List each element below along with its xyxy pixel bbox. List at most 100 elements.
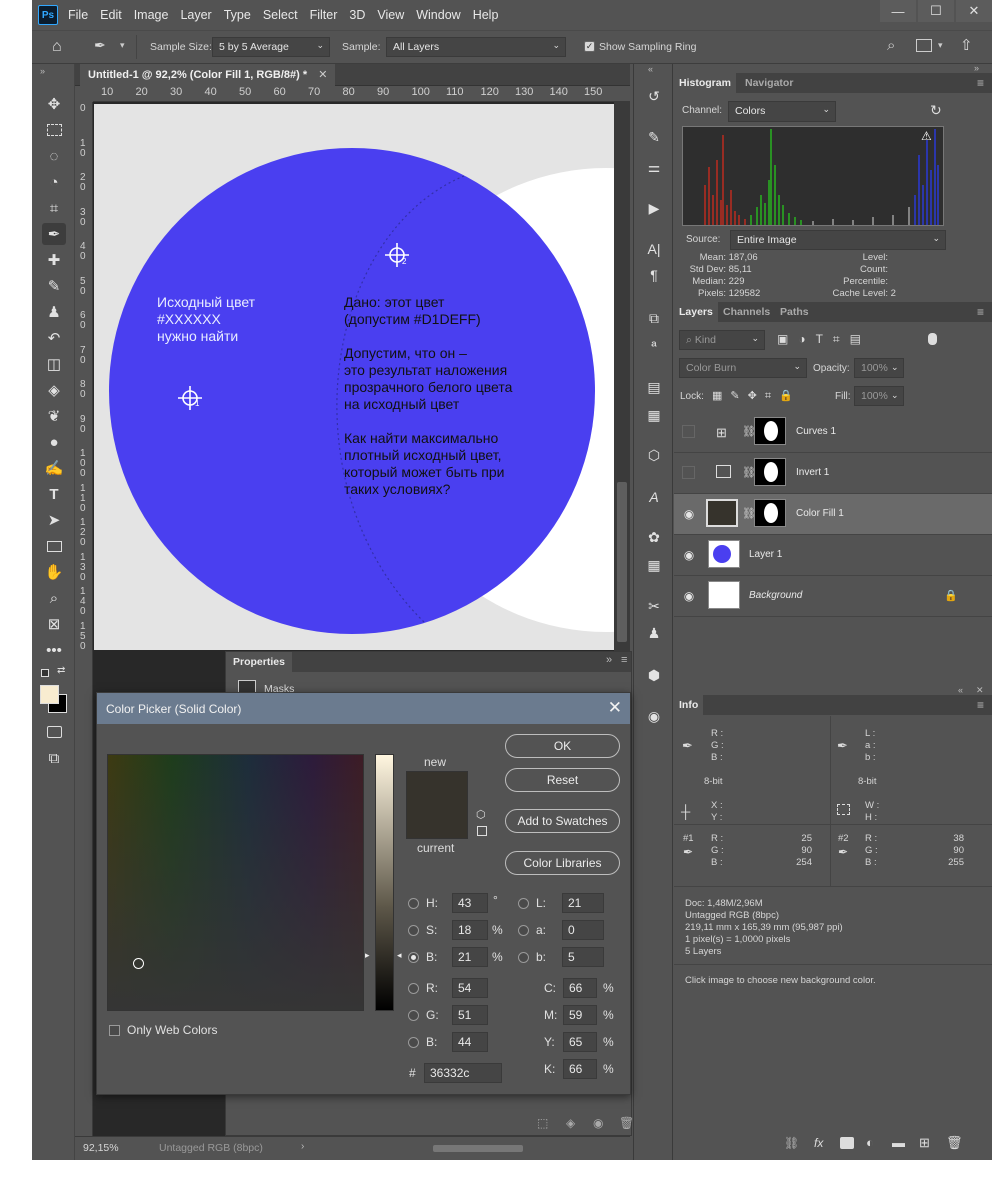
- color-field[interactable]: [107, 754, 364, 1011]
- default-colors-icon[interactable]: [41, 669, 49, 677]
- panel-menu-icon[interactable]: ≡: [977, 76, 984, 90]
- l-field[interactable]: 21: [562, 893, 604, 913]
- chevron-down-icon[interactable]: ⌄: [891, 390, 899, 401]
- layer-filter-icons[interactable]: ▣◑T⌗▤: [777, 332, 871, 347]
- foreground-color-swatch[interactable]: [40, 685, 59, 704]
- color-field-cursor[interactable]: [133, 958, 144, 969]
- eyedropper-tool-icon[interactable]: ✒: [42, 223, 66, 245]
- tab-paths[interactable]: Paths: [775, 302, 814, 322]
- show-sampling-ring-checkbox[interactable]: ✓: [584, 41, 595, 52]
- collapse-icon[interactable]: «: [958, 685, 963, 695]
- a-radio[interactable]: [518, 925, 529, 936]
- layer-mask-thumbnail[interactable]: [754, 458, 786, 486]
- blue-field[interactable]: 44: [452, 1032, 488, 1052]
- channel-select[interactable]: Colors ⌄: [728, 101, 836, 122]
- properties-tab[interactable]: Properties: [226, 652, 292, 672]
- screen-mode-icon[interactable]: ⧉: [42, 747, 66, 769]
- trash-icon[interactable]: 🗑: [619, 1116, 634, 1130]
- layer-row-curves[interactable]: ⊞ ⛓ Curves 1: [674, 412, 992, 453]
- maximize-button[interactable]: ☐: [918, 0, 954, 22]
- layer-row-background[interactable]: ◉ Background 🔒: [674, 576, 992, 617]
- tool-presets-icon[interactable]: ✂: [642, 595, 666, 617]
- g-radio[interactable]: [408, 1010, 419, 1021]
- menu-help[interactable]: Help: [473, 8, 499, 22]
- notes-panel-icon[interactable]: ▤: [642, 376, 666, 398]
- a-field[interactable]: 0: [562, 920, 604, 940]
- stamp-panel-icon[interactable]: ♟: [642, 622, 666, 644]
- g-field[interactable]: 51: [452, 1005, 488, 1025]
- color-libraries-button[interactable]: Color Libraries: [505, 851, 620, 875]
- color-fill-thumbnail[interactable]: [706, 499, 738, 527]
- horizontal-scroll-thumb[interactable]: [433, 1145, 523, 1152]
- layer-thumbnail[interactable]: [708, 581, 740, 609]
- pen-tool-icon[interactable]: ✍: [42, 457, 66, 479]
- minimize-button[interactable]: —: [880, 0, 916, 22]
- apply-mask-icon[interactable]: ◈: [566, 1116, 575, 1130]
- stamp-tool-icon[interactable]: ♟: [42, 301, 66, 323]
- lab-b-field[interactable]: 5: [562, 947, 604, 967]
- layer-name[interactable]: Invert 1: [796, 467, 829, 478]
- blur-tool-icon[interactable]: ❦: [42, 405, 66, 427]
- layer-name[interactable]: Layer 1: [749, 549, 782, 560]
- collapse-icon[interactable]: »: [974, 63, 979, 73]
- eye-icon[interactable]: ◉: [682, 548, 696, 562]
- layer-row-color-fill[interactable]: ◉ ⛓ Color Fill 1: [674, 494, 992, 535]
- panel-menu-icon[interactable]: ≡: [977, 698, 984, 712]
- web-safe-icon[interactable]: [477, 826, 487, 836]
- character-panel-icon[interactable]: A|: [642, 238, 666, 260]
- b-field[interactable]: 21: [452, 947, 488, 967]
- hand-tool-icon[interactable]: ✋: [42, 561, 66, 583]
- layer-row-layer1[interactable]: ◉ Layer 1: [674, 535, 992, 576]
- menu-window[interactable]: Window: [416, 8, 460, 22]
- dodge-tool-icon[interactable]: ●: [42, 431, 66, 453]
- healing-brush-icon[interactable]: ✚: [42, 249, 66, 271]
- search-icon[interactable]: ⌕: [887, 37, 895, 54]
- selection-icon[interactable]: ⬚: [537, 1116, 548, 1130]
- slider-arrow-right-icon[interactable]: ◂: [397, 950, 402, 961]
- document-tab[interactable]: Untitled-1 @ 92,2% (Color Fill 1, RGB/8#…: [80, 64, 336, 86]
- zoom-level[interactable]: 92,15%: [83, 1142, 119, 1154]
- collapse-icon[interactable]: »: [606, 654, 612, 666]
- layer-mask-thumbnail[interactable]: [754, 499, 786, 527]
- status-menu-icon[interactable]: ›: [301, 1141, 304, 1152]
- reset-button[interactable]: Reset: [505, 768, 620, 792]
- lasso-tool-icon[interactable]: ◌: [42, 145, 66, 167]
- brush-tool-icon[interactable]: ✎: [42, 275, 66, 297]
- more-tools-icon[interactable]: •••: [42, 639, 66, 661]
- close-window-button[interactable]: ✕: [956, 0, 992, 22]
- ok-button[interactable]: OK: [505, 734, 620, 758]
- eye-icon[interactable]: ◉: [682, 589, 696, 603]
- chevron-down-icon[interactable]: ▾: [120, 40, 125, 51]
- path-select-icon[interactable]: ➤: [42, 509, 66, 531]
- swatches-panel-icon[interactable]: ✿: [642, 526, 666, 548]
- tab-layers[interactable]: Layers: [674, 302, 718, 322]
- refresh-icon[interactable]: ↻: [930, 102, 942, 119]
- layer-thumbnail[interactable]: [708, 540, 740, 568]
- panel-menu-icon[interactable]: ≡: [977, 305, 984, 319]
- visibility-toggle[interactable]: [682, 425, 695, 438]
- blue-radio[interactable]: [408, 1037, 419, 1048]
- link-layers-icon[interactable]: ⛓: [784, 1136, 799, 1150]
- history-panel-icon[interactable]: ↺: [642, 85, 666, 107]
- b-radio[interactable]: [408, 952, 419, 963]
- h-field[interactable]: 43: [452, 893, 488, 913]
- marquee-tool-icon[interactable]: [42, 119, 66, 141]
- k-field[interactable]: 66: [563, 1059, 597, 1079]
- group-folder-icon[interactable]: ▬: [892, 1135, 905, 1150]
- frame-tool-icon[interactable]: ⊠: [42, 613, 66, 635]
- comments-panel-icon[interactable]: ▦: [642, 404, 666, 426]
- move-tool-icon[interactable]: ✥: [42, 93, 66, 115]
- layer-mask-thumbnail[interactable]: [754, 417, 786, 445]
- quick-select-tool-icon[interactable]: ◔: [42, 171, 66, 193]
- tab-navigator[interactable]: Navigator: [740, 73, 798, 93]
- sample-select[interactable]: All Layers ⌄: [386, 37, 566, 57]
- slider-arrow-left-icon[interactable]: ▸: [365, 950, 370, 961]
- out-of-gamut-cube-icon[interactable]: ⬡: [476, 808, 486, 821]
- layer-name[interactable]: Background: [749, 590, 802, 601]
- hex-field[interactable]: 36332c: [424, 1063, 502, 1083]
- panel-menu-icon[interactable]: ≡: [621, 654, 627, 666]
- lab-b-radio[interactable]: [518, 952, 529, 963]
- zoom-tool-icon[interactable]: ⌕: [42, 587, 66, 609]
- menu-3d[interactable]: 3D: [349, 8, 365, 22]
- trash-icon[interactable]: 🗑: [946, 1135, 963, 1151]
